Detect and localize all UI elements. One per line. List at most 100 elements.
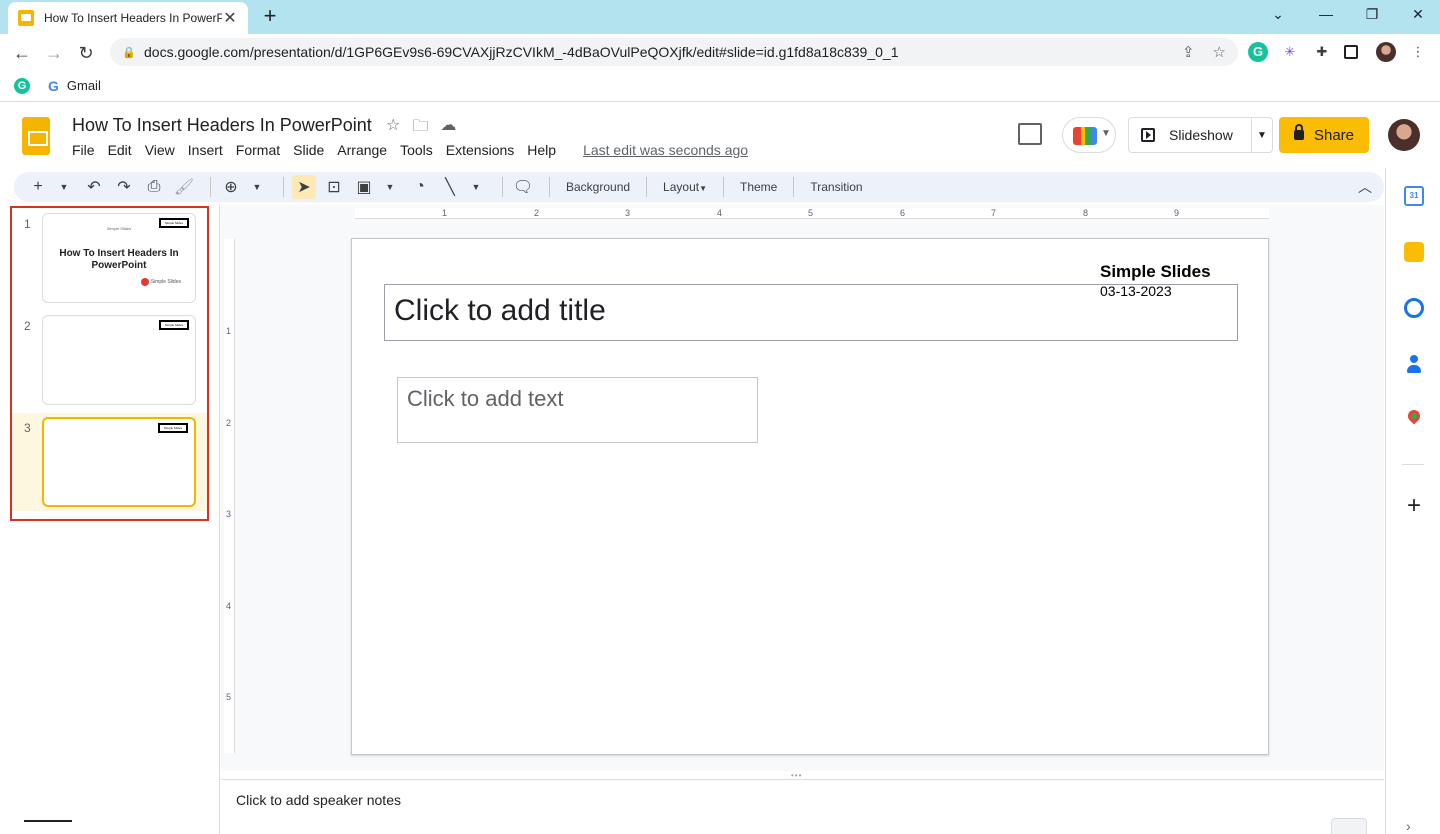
- add-comment-icon[interactable]: 🗨: [511, 175, 535, 199]
- ruler-mark: 4: [226, 601, 232, 611]
- theme-button[interactable]: Theme: [740, 180, 777, 194]
- transition-button[interactable]: Transition: [810, 180, 862, 194]
- slides-logo-icon[interactable]: [22, 117, 50, 155]
- line-dropdown-icon[interactable]: ▼: [464, 175, 488, 199]
- image-icon[interactable]: ▣: [352, 175, 376, 199]
- forward-arrow-icon[interactable]: →: [42, 41, 66, 65]
- side-panel-icon[interactable]: [1344, 45, 1358, 59]
- toolbar-divider: [549, 177, 550, 197]
- contacts-icon[interactable]: [1404, 354, 1424, 374]
- ruler-mark: 5: [226, 692, 232, 702]
- cloud-saved-icon[interactable]: ☁: [440, 115, 456, 142]
- shape-icon[interactable]: ◔: [408, 175, 432, 199]
- menu-view[interactable]: View: [145, 142, 182, 158]
- document-title[interactable]: How To Insert Headers In PowerPoint: [72, 115, 372, 136]
- move-folder-icon[interactable]: 🗀: [412, 115, 428, 142]
- speaker-notes[interactable]: Click to add speaker notes: [221, 779, 1384, 834]
- body-placeholder[interactable]: Click to add text: [397, 377, 758, 443]
- zoom-icon[interactable]: ⊕: [219, 175, 243, 199]
- omnibox[interactable]: 🔒 docs.google.com/presentation/d/1GP6GEv…: [110, 38, 1238, 66]
- current-slide[interactable]: Simple Slides 03-13-2023 Click to add ti…: [351, 238, 1269, 755]
- slideshow-label: Slideshow: [1169, 127, 1233, 143]
- share-page-icon[interactable]: ⇪: [1182, 43, 1195, 61]
- explore-button[interactable]: [1331, 818, 1367, 834]
- minimize-icon[interactable]: —: [1316, 6, 1336, 22]
- meet-dropdown-icon: ▼: [1101, 128, 1111, 139]
- menu-edit[interactable]: Edit: [108, 142, 139, 158]
- google-g-icon[interactable]: G: [48, 78, 59, 94]
- editing-toolbar: + ▼ ↶ ↷ ⎙ 🖌 ⊕ ▼ ➤ ⊡ ▣ ▼ ◔ ╲ ▼ 🗨 Backgrou…: [14, 172, 1384, 202]
- menu-extensions[interactable]: Extensions: [446, 142, 521, 158]
- ruler-mark: 1: [442, 208, 448, 218]
- bookmark-star-icon[interactable]: ☆: [1213, 43, 1226, 61]
- layout-button[interactable]: Layout▼: [663, 180, 707, 194]
- tab-close-icon[interactable]: ✕: [222, 8, 238, 28]
- title-placeholder[interactable]: Click to add title: [384, 284, 1238, 341]
- extensions-puzzle-icon[interactable]: ✚: [1312, 42, 1332, 62]
- menu-insert[interactable]: Insert: [188, 142, 230, 158]
- comment-history-icon[interactable]: [1018, 123, 1042, 145]
- restore-icon[interactable]: ❐: [1362, 6, 1382, 23]
- background-button[interactable]: Background: [566, 180, 630, 194]
- get-addons-plus-icon[interactable]: +: [1402, 494, 1426, 518]
- layout-label: Layout: [663, 180, 700, 194]
- text-box-icon[interactable]: ⊡: [322, 175, 346, 199]
- undo-icon[interactable]: ↶: [82, 175, 106, 199]
- print-icon[interactable]: ⎙: [142, 175, 166, 199]
- horizontal-ruler[interactable]: 1 2 3 4 5 6 7 8 9: [355, 208, 1269, 219]
- slide-header-name[interactable]: Simple Slides: [1100, 262, 1211, 282]
- toolbar-divider: [283, 177, 284, 197]
- lock-icon[interactable]: 🔒: [122, 46, 136, 59]
- window-close-icon[interactable]: ✕: [1408, 6, 1428, 23]
- last-edit-link[interactable]: Last edit was seconds ago: [583, 142, 748, 158]
- share-button[interactable]: Share: [1279, 117, 1369, 153]
- slide-canvas-area: 1 2 3 4 5 6 7 8 9 1 2 3 4 5 Simple Slide…: [221, 205, 1384, 771]
- filmstrip-view-indicator[interactable]: [24, 820, 72, 822]
- maps-icon[interactable]: [1404, 410, 1424, 430]
- redo-icon[interactable]: ↷: [112, 175, 136, 199]
- keep-icon[interactable]: [1404, 242, 1424, 262]
- menu-arrange[interactable]: Arrange: [337, 142, 394, 158]
- bookmark-gmail[interactable]: Gmail: [67, 78, 101, 93]
- menu-file[interactable]: File: [72, 142, 102, 158]
- ruler-mark: 4: [717, 208, 723, 218]
- menu-format[interactable]: Format: [236, 142, 287, 158]
- browser-profile-avatar[interactable]: [1376, 42, 1396, 62]
- browser-tab[interactable]: How To Insert Headers In PowerPoint - Go…: [8, 2, 248, 34]
- slideshow-dropdown-icon[interactable]: ▼: [1251, 117, 1273, 153]
- url-text[interactable]: docs.google.com/presentation/d/1GP6GEv9s…: [144, 44, 899, 60]
- new-slide-dropdown-icon[interactable]: ▼: [52, 175, 76, 199]
- menu-tools[interactable]: Tools: [400, 142, 440, 158]
- slideshow-button[interactable]: Slideshow: [1128, 117, 1252, 153]
- share-label: Share: [1313, 126, 1355, 144]
- grammarly-bookmark-icon[interactable]: G: [14, 77, 30, 94]
- menu-slide[interactable]: Slide: [293, 142, 331, 158]
- zoom-dropdown-icon[interactable]: ▼: [245, 175, 269, 199]
- grammarly-extension-icon[interactable]: G: [1248, 42, 1268, 62]
- tab-search-chevron-icon[interactable]: ⌄: [1268, 6, 1288, 23]
- paint-format-icon[interactable]: 🖌: [172, 175, 196, 199]
- back-arrow-icon[interactable]: ←: [10, 41, 34, 65]
- side-panel-toggle-icon[interactable]: ›: [1406, 818, 1411, 834]
- account-avatar[interactable]: [1388, 119, 1420, 151]
- star-icon[interactable]: ☆: [386, 115, 400, 142]
- new-tab-button[interactable]: +: [258, 4, 282, 28]
- select-cursor-icon[interactable]: ➤: [292, 175, 316, 199]
- calendar-icon[interactable]: 31: [1404, 186, 1424, 206]
- menu-help[interactable]: Help: [527, 142, 563, 158]
- browser-menu-icon[interactable]: ⋮: [1408, 42, 1428, 62]
- tasks-icon[interactable]: [1404, 298, 1424, 318]
- image-dropdown-icon[interactable]: ▼: [378, 175, 402, 199]
- reload-icon[interactable]: ↻: [74, 41, 98, 65]
- collapse-toolbar-icon[interactable]: ︿: [1358, 177, 1372, 197]
- new-slide-icon[interactable]: +: [26, 175, 50, 199]
- extension-asterisk-icon[interactable]: ✳: [1280, 42, 1300, 62]
- vertical-ruler[interactable]: 1 2 3 4 5: [224, 239, 235, 753]
- ruler-mark: 8: [1083, 208, 1089, 218]
- layout-dropdown-icon: ▼: [699, 184, 707, 193]
- speaker-notes-placeholder[interactable]: Click to add speaker notes: [236, 792, 401, 808]
- ruler-mark: 3: [625, 208, 631, 218]
- meet-button[interactable]: ▼: [1062, 117, 1116, 153]
- line-icon[interactable]: ╲: [438, 175, 462, 199]
- meet-camera-icon: [1073, 127, 1097, 145]
